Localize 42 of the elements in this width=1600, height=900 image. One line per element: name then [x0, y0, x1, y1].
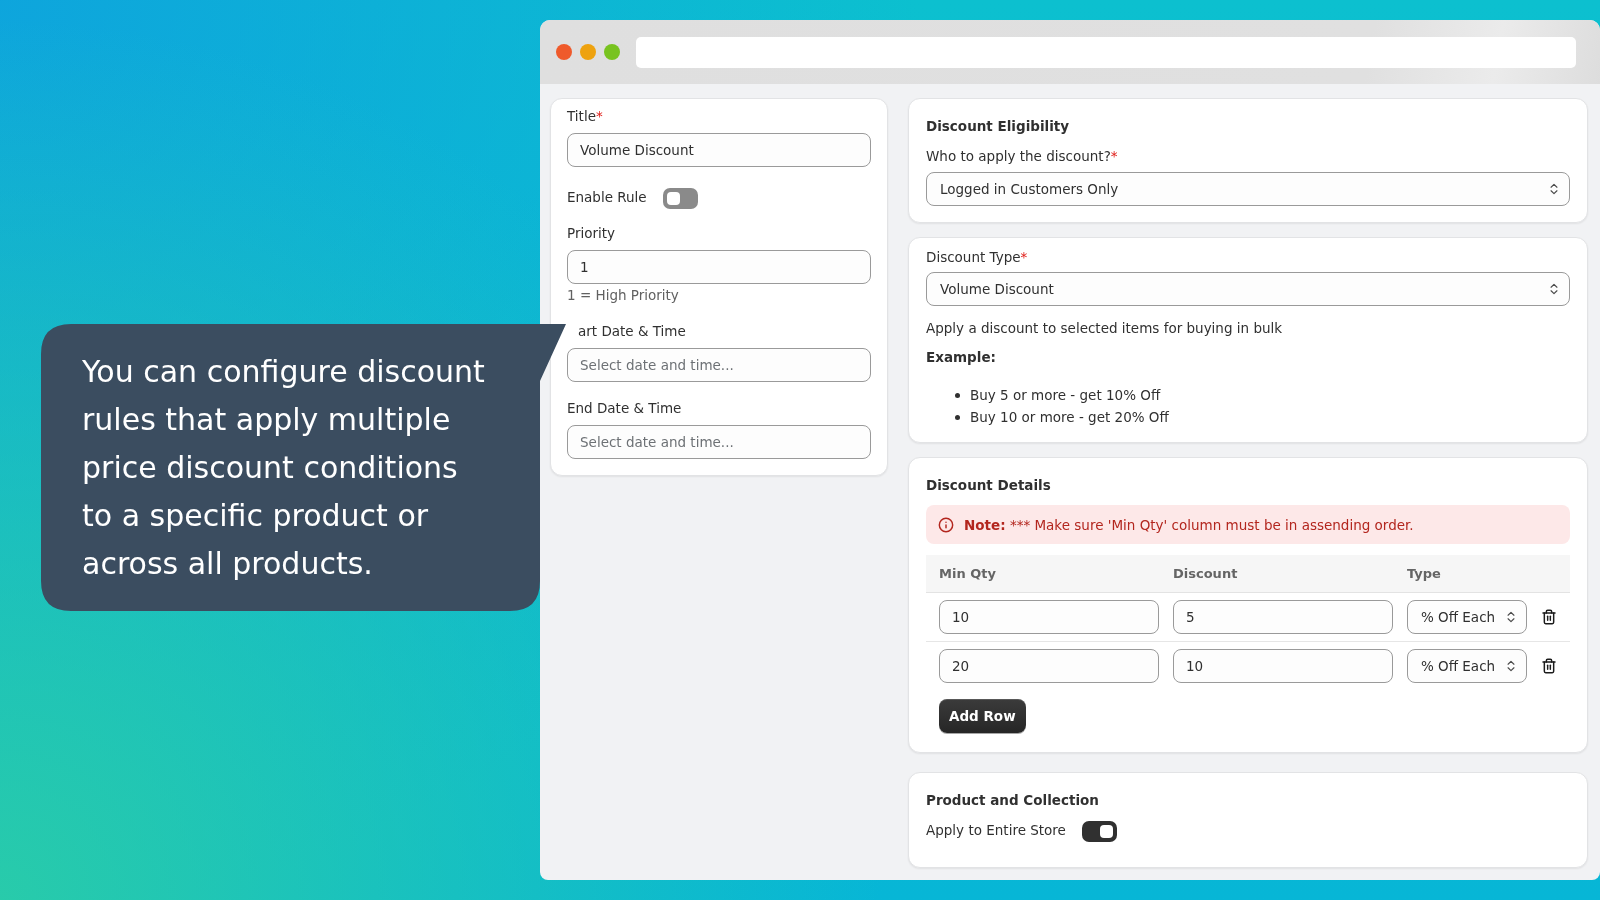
info-icon — [938, 516, 954, 533]
example-heading: Example: — [926, 348, 996, 367]
field-label: End Date & Time — [567, 399, 682, 418]
column-header: Type — [1407, 566, 1441, 581]
field-label: Enable Rule — [567, 188, 647, 207]
add-row-button[interactable]: Add Row — [939, 699, 1026, 733]
column-header: Min Qty — [939, 566, 996, 581]
field-label: Apply to Entire Store — [926, 821, 1066, 840]
text-input[interactable]: Select date and time... — [567, 425, 871, 459]
example-item: Buy 10 or more - get 20% Off — [970, 408, 1169, 427]
field-label: Discount Type* — [926, 248, 1028, 267]
help-text: 1 = High Priority — [567, 286, 679, 305]
field-label: Who to apply the discount?* — [926, 147, 1118, 166]
field-label: Priority — [567, 224, 616, 243]
field-label: art Date & Time — [578, 322, 686, 341]
text-input[interactable]: 5 — [1173, 600, 1393, 634]
bullet-icon — [955, 414, 960, 420]
trash-icon[interactable] — [1541, 658, 1557, 674]
text-input[interactable]: 20 — [939, 649, 1159, 683]
callout-text: You can configure discount rules that apply multiple price discount conditions to a specific product or across all products. — [82, 353, 486, 583]
note-text: Note: *** Make sure 'Min Qty' column must be in assending order. — [964, 516, 1414, 533]
text-input[interactable]: 10 — [1173, 649, 1393, 683]
dropdown-select[interactable]: % Off Each — [1407, 600, 1527, 634]
window-close-icon[interactable] — [556, 44, 572, 60]
bullet-icon — [955, 392, 960, 398]
text-input[interactable]: 10 — [939, 600, 1159, 634]
column-header: Discount — [1173, 566, 1238, 581]
example-item: Buy 5 or more - get 10% Off — [970, 386, 1161, 405]
dropdown-select[interactable]: % Off Each — [1407, 649, 1527, 683]
text-input[interactable]: Volume Discount — [567, 133, 871, 167]
section-heading: Discount Eligibility — [926, 117, 1070, 136]
dropdown-select[interactable]: Logged in Customers Only — [926, 172, 1570, 206]
text-input[interactable]: Select date and time... — [567, 348, 871, 382]
section-heading: Discount Details — [926, 476, 1051, 495]
dropdown-select[interactable]: Volume Discount — [926, 272, 1570, 306]
description-text: Apply a discount to selected items for buying in bulk — [926, 319, 1283, 338]
text-input[interactable]: 1 — [567, 250, 871, 284]
field-label: Title* — [567, 107, 603, 126]
toggle-switch[interactable] — [662, 187, 698, 209]
trash-icon[interactable] — [1541, 609, 1557, 625]
section-heading: Product and Collection — [926, 791, 1099, 810]
toggle-switch[interactable] — [1081, 820, 1117, 842]
